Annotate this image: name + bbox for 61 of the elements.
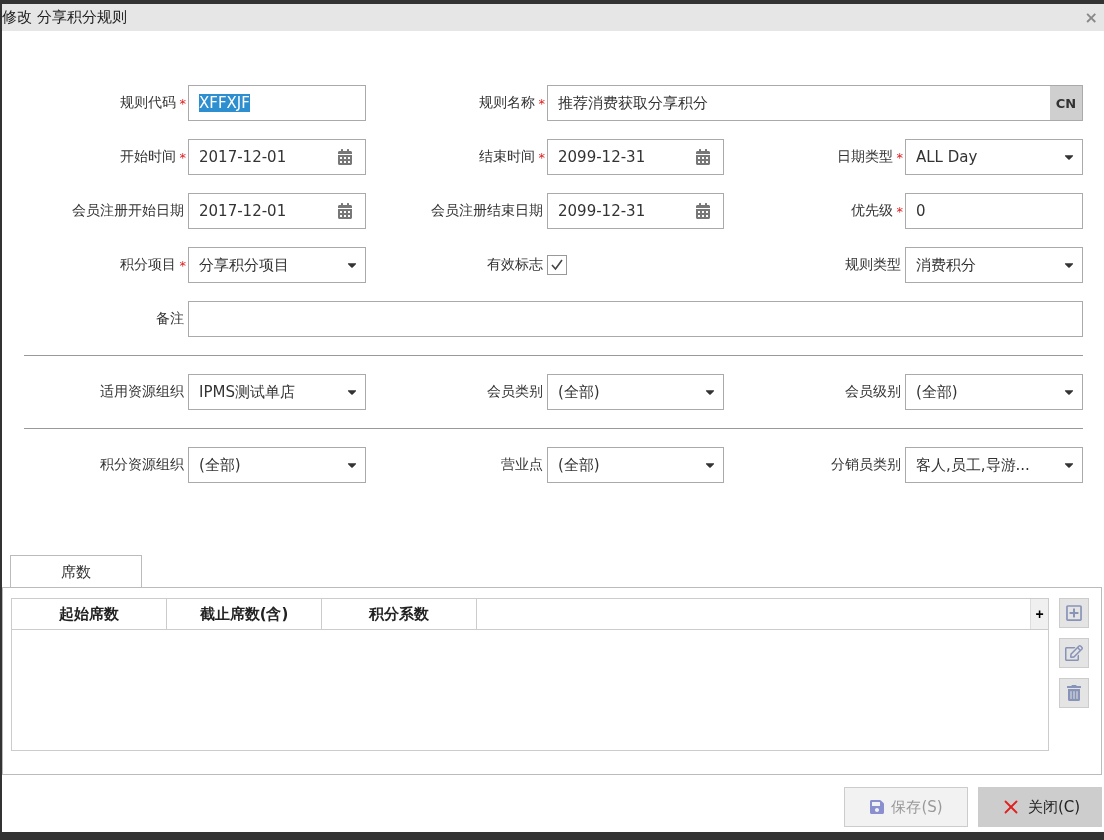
tab[interactable]: 席数 <box>10 555 142 588</box>
dropdown[interactable]: ALL Day <box>905 139 1083 175</box>
field-label: 结束时间 <box>478 148 536 166</box>
date-field[interactable]: 2099-12-31 <box>547 139 724 175</box>
text-field[interactable] <box>188 301 1083 337</box>
field-label: 会员类别 <box>487 383 544 401</box>
checkbox[interactable] <box>547 255 567 275</box>
date-field[interactable]: 2017-12-01 <box>188 139 366 175</box>
required-mark: * <box>538 95 546 111</box>
field-label: 适用资源组织 <box>100 383 185 401</box>
edit-button[interactable] <box>1059 638 1089 668</box>
dropdown[interactable]: 客人,员工,导游... <box>905 447 1083 483</box>
field-label: 优先级 <box>850 202 894 220</box>
close-button[interactable]: 关闭(C) <box>978 787 1102 827</box>
field-label: 日期类型 <box>836 148 894 166</box>
required-mark: * <box>179 257 187 273</box>
calendar-icon[interactable] <box>695 149 711 165</box>
checkmark-icon <box>550 258 564 272</box>
field-label: 规则类型 <box>845 256 902 274</box>
column-header[interactable]: 积分系数 <box>322 599 477 629</box>
text-field[interactable]: 0 <box>905 193 1083 229</box>
date-field[interactable]: 2099-12-31 <box>547 193 724 229</box>
text-field[interactable]: XFFXJF <box>188 85 366 121</box>
field-label: 会员注册开始日期 <box>72 202 185 220</box>
field-label: 营业点 <box>501 456 544 474</box>
window-title: 修改 分享积分规则 <box>2 8 127 27</box>
field-label: 积分资源组织 <box>100 456 185 474</box>
dropdown[interactable]: (全部) <box>547 447 724 483</box>
dropdown[interactable]: 分享积分项目 <box>188 247 366 283</box>
required-mark: * <box>896 203 904 219</box>
calendar-icon[interactable] <box>337 203 353 219</box>
dropdown[interactable]: (全部) <box>905 374 1083 410</box>
pencil-icon <box>1065 644 1083 662</box>
field-label: 规则代码 <box>119 94 177 112</box>
dropdown[interactable]: 消费积分 <box>905 247 1083 283</box>
language-button[interactable]: CN <box>1050 86 1082 120</box>
required-mark: * <box>179 149 187 165</box>
date-field[interactable]: 2017-12-01 <box>188 193 366 229</box>
column-header[interactable]: 起始席数 <box>12 599 167 629</box>
field-label: 开始时间 <box>119 148 177 166</box>
required-mark: * <box>179 95 187 111</box>
add-button[interactable] <box>1059 598 1089 628</box>
field-label: 分销员类别 <box>831 456 902 474</box>
required-mark: * <box>538 149 546 165</box>
text-field[interactable]: 推荐消费获取分享积分 CN <box>547 85 1083 121</box>
field-label: 备注 <box>156 310 185 328</box>
dropdown[interactable]: (全部) <box>188 447 366 483</box>
field-label: 积分项目 <box>119 256 177 274</box>
trash-icon <box>1066 685 1082 701</box>
calendar-icon[interactable] <box>695 203 711 219</box>
field-label: 会员注册结束日期 <box>431 202 544 220</box>
required-mark: * <box>896 149 904 165</box>
field-label: 会员级别 <box>845 383 902 401</box>
delete-button[interactable] <box>1059 678 1089 708</box>
column-chooser-button[interactable]: + <box>1030 599 1048 629</box>
dropdown[interactable]: (全部) <box>547 374 724 410</box>
field-label: 规则名称 <box>478 94 536 112</box>
dropdown[interactable]: IPMS测试单店 <box>188 374 366 410</box>
field-label: 有效标志 <box>487 256 544 274</box>
calendar-icon[interactable] <box>337 149 353 165</box>
column-header[interactable]: 截止席数(含) <box>167 599 322 629</box>
